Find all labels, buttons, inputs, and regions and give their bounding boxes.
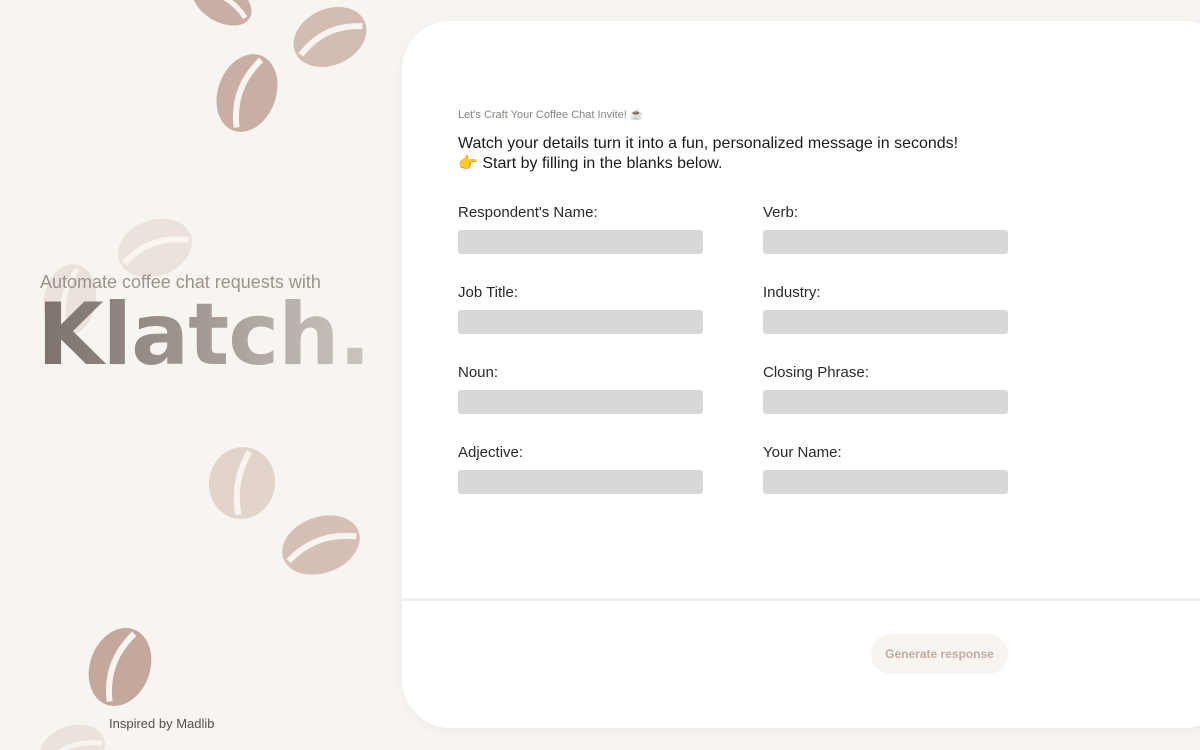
adjective-input[interactable] (458, 470, 703, 494)
respondent-name-input[interactable] (458, 230, 703, 254)
field-respondent-name: Respondent's Name: (458, 204, 703, 254)
job-title-input[interactable] (458, 310, 703, 334)
field-noun: Noun: (458, 364, 703, 414)
field-verb: Verb: (763, 204, 1008, 254)
generate-response-button[interactable]: Generate response (871, 634, 1008, 674)
field-label: Your Name: (763, 444, 842, 461)
coffee-bean-icon (39, 724, 105, 750)
verb-input[interactable] (763, 230, 1008, 254)
noun-input[interactable] (458, 390, 703, 414)
field-job-title: Job Title: (458, 284, 703, 334)
field-label: Industry: (763, 284, 821, 301)
industry-input[interactable] (763, 310, 1008, 334)
lead-line-1: Watch your details turn it into a fun, p… (458, 135, 959, 152)
field-label: Adjective: (458, 444, 524, 461)
field-label: Closing Phrase: (763, 364, 869, 381)
coffee-bean-icon (282, 515, 360, 575)
field-label: Verb: (763, 204, 799, 221)
form-eyebrow: Let's Craft Your Coffee Chat Invite! ☕ (458, 109, 644, 121)
field-adjective: Adjective: (458, 444, 703, 494)
field-label: Respondent's Name: (458, 204, 598, 221)
field-industry: Industry: (763, 284, 1008, 334)
klatch-logo: Klatch. (37, 285, 371, 385)
field-your-name: Your Name: (763, 444, 1008, 494)
madlib-credit: Inspired by Madlib (109, 716, 215, 731)
coffee-bean-icon (88, 628, 152, 706)
coffee-bean-icon (192, 0, 252, 26)
closing-phrase-input[interactable] (763, 390, 1008, 414)
field-label: Noun: (458, 364, 499, 381)
invite-form-card: Let's Craft Your Coffee Chat Invite! ☕ W… (402, 21, 1200, 728)
coffee-bean-icon (293, 6, 367, 68)
field-label: Job Title: (458, 284, 519, 301)
form-lead: Watch your details turn it into a fun, p… (458, 134, 958, 174)
coffee-bean-icon (208, 447, 276, 519)
your-name-input[interactable] (763, 470, 1008, 494)
field-closing-phrase: Closing Phrase: (763, 364, 1008, 414)
form-divider (402, 598, 1200, 601)
coffee-bean-icon (216, 54, 278, 132)
lead-line-2: 👉 Start by filling in the blanks below. (458, 155, 723, 172)
